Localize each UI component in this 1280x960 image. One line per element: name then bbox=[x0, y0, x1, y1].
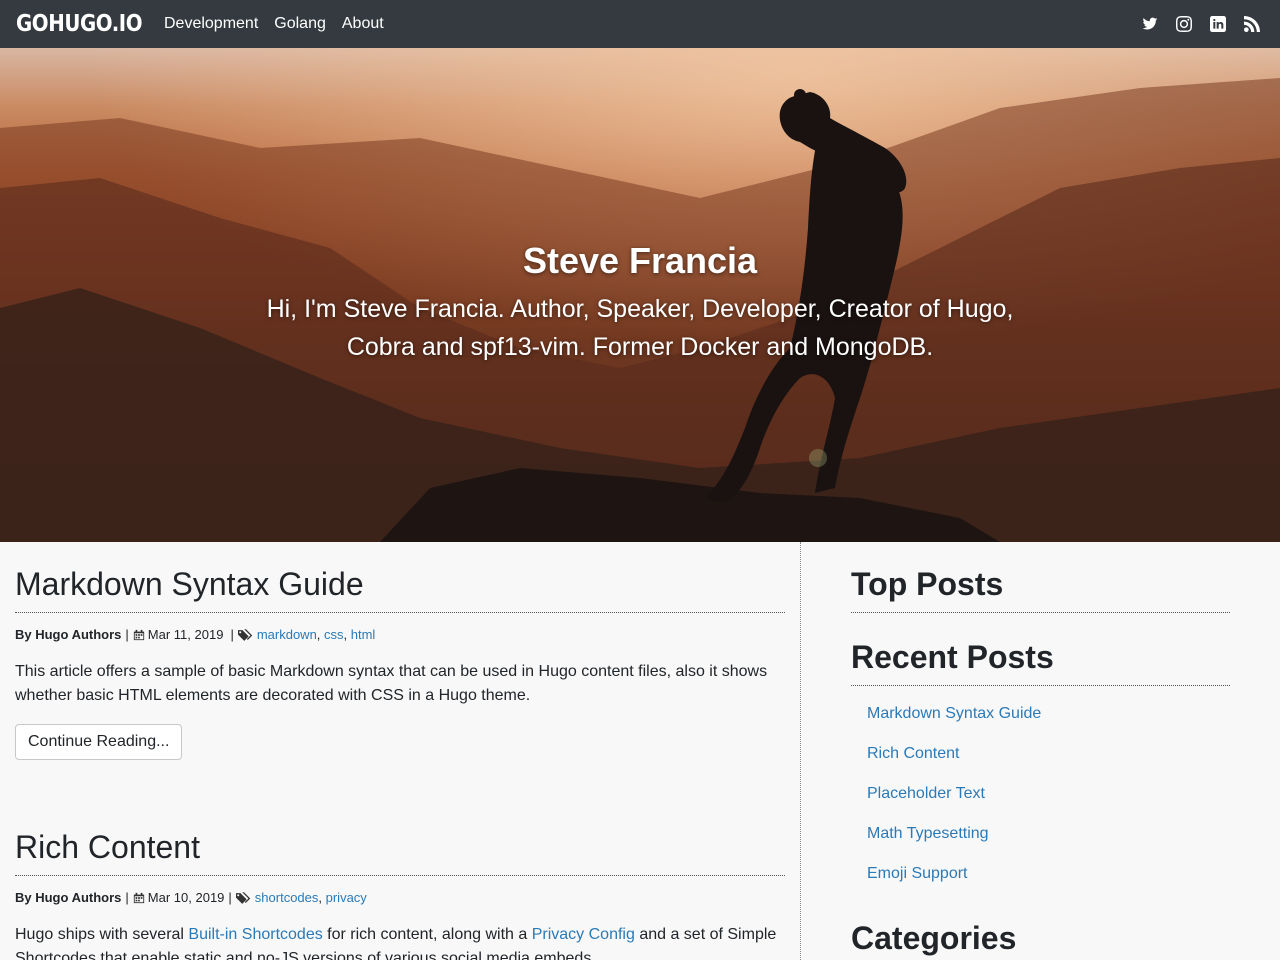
recent-post-link-markdown-syntax-guide[interactable]: Markdown Syntax Guide bbox=[867, 705, 1041, 722]
list-item: Rich Content bbox=[867, 745, 1041, 785]
tag-link-shortcodes[interactable]: shortcodes bbox=[255, 890, 319, 905]
list-item: Emoji Support bbox=[867, 865, 1041, 905]
top-navbar: GOHUGO.IO Development Golang About bbox=[0, 0, 1280, 48]
tag-link-privacy[interactable]: privacy bbox=[326, 890, 367, 905]
hero-banner: Steve Francia Hi, I'm Steve Francia. Aut… bbox=[0, 48, 1280, 542]
categories-heading: Categories bbox=[851, 920, 1017, 956]
post-title-link[interactable]: Markdown Syntax Guide bbox=[15, 566, 364, 602]
post-title-link[interactable]: Rich Content bbox=[15, 829, 200, 865]
recent-post-link-placeholder-text[interactable]: Placeholder Text bbox=[867, 785, 985, 802]
brand-logo[interactable]: GOHUGO.IO bbox=[16, 11, 143, 37]
post-list: Markdown Syntax Guide By Hugo Authors | … bbox=[0, 542, 801, 960]
instagram-icon[interactable] bbox=[1172, 12, 1196, 36]
post-author: By Hugo Authors bbox=[15, 627, 122, 642]
meta-separator: | bbox=[230, 627, 234, 642]
post-card: Markdown Syntax Guide By Hugo Authors | … bbox=[15, 564, 785, 760]
linkedin-icon[interactable] bbox=[1206, 12, 1230, 36]
post-title: Rich Content bbox=[15, 827, 785, 876]
built-in-shortcodes-link[interactable]: Built-in Shortcodes bbox=[188, 926, 322, 943]
post-meta: By Hugo Authors | Mar 11, 2019 | markdow… bbox=[15, 627, 376, 642]
tags-icon bbox=[235, 891, 252, 904]
nav-links: Development Golang About bbox=[156, 0, 392, 48]
recent-post-link-emoji-support[interactable]: Emoji Support bbox=[867, 865, 968, 882]
post-author: By Hugo Authors bbox=[15, 890, 122, 905]
summary-text: Hugo ships with several bbox=[15, 926, 189, 943]
post-summary: This article offers a sample of basic Ma… bbox=[15, 663, 768, 704]
continue-reading-button[interactable]: Continue Reading... bbox=[15, 724, 183, 760]
summary-text: for rich content, along with a bbox=[322, 926, 532, 943]
post-card: Rich Content By Hugo Authors | Mar 10, 2… bbox=[15, 827, 785, 960]
post-title: Markdown Syntax Guide bbox=[15, 564, 785, 613]
twitter-icon[interactable] bbox=[1138, 12, 1162, 36]
nav-link-development[interactable]: Development bbox=[156, 0, 266, 48]
recent-post-link-rich-content[interactable]: Rich Content bbox=[867, 745, 960, 762]
social-links bbox=[1138, 12, 1264, 36]
calendar-icon bbox=[133, 629, 145, 641]
tag-link-css[interactable]: css bbox=[324, 627, 344, 642]
recent-post-link-math-typesetting[interactable]: Math Typesetting bbox=[867, 825, 989, 842]
list-item: Math Typesetting bbox=[867, 825, 1041, 865]
post-summary: Hugo ships with several Built-in Shortco… bbox=[15, 923, 785, 960]
nav-link-about[interactable]: About bbox=[334, 0, 392, 48]
meta-separator: | bbox=[125, 627, 129, 642]
post-date: Mar 10, 2019 bbox=[147, 890, 225, 905]
top-posts-heading: Top Posts bbox=[851, 564, 1230, 613]
list-item: Markdown Syntax Guide bbox=[867, 705, 1041, 745]
tags-icon bbox=[237, 628, 254, 641]
tag-link-html[interactable]: html bbox=[351, 627, 376, 642]
recent-posts-heading: Recent Posts bbox=[851, 637, 1230, 686]
meta-separator: | bbox=[125, 890, 129, 905]
privacy-config-link[interactable]: Privacy Config bbox=[532, 926, 635, 943]
post-date: Mar 11, 2019 bbox=[147, 627, 224, 642]
calendar-icon bbox=[133, 892, 145, 904]
meta-separator: | bbox=[228, 890, 232, 905]
hero-subtitle: Hi, I'm Steve Francia. Author, Speaker, … bbox=[266, 295, 1014, 361]
nav-link-golang[interactable]: Golang bbox=[266, 0, 334, 48]
tag-link-markdown[interactable]: markdown bbox=[257, 627, 317, 642]
rss-icon[interactable] bbox=[1240, 12, 1264, 36]
post-meta: By Hugo Authors | Mar 10, 2019 | shortco… bbox=[15, 890, 367, 905]
sidebar: Top Posts Recent Posts Markdown Syntax G… bbox=[851, 542, 1230, 960]
list-item: Placeholder Text bbox=[867, 785, 1041, 825]
recent-posts-list: Markdown Syntax Guide Rich Content Place… bbox=[867, 705, 1041, 905]
hero-title: Steve Francia bbox=[522, 240, 758, 281]
